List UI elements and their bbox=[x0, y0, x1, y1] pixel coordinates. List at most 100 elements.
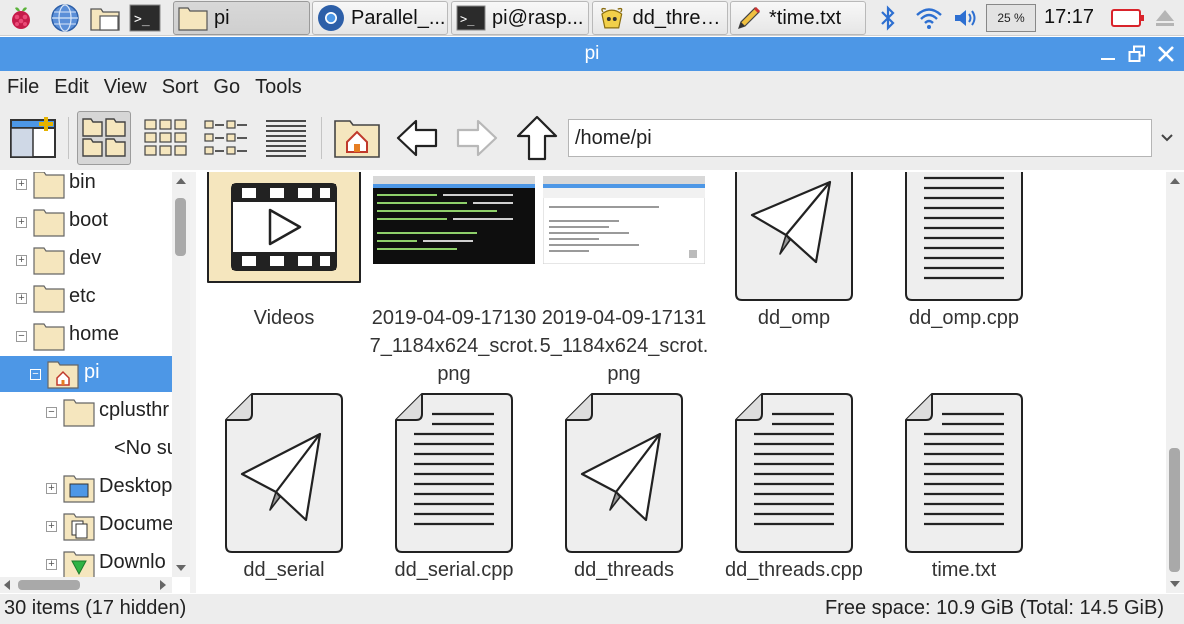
free-space: Free space: 10.9 GiB (Total: 14.5 GiB) bbox=[824, 597, 1164, 619]
folder-icon bbox=[178, 7, 208, 31]
tree-item-no-subfolders: <No su bbox=[0, 432, 172, 468]
tree-expander[interactable]: − bbox=[46, 407, 57, 418]
task-label: pi@rasp... bbox=[492, 6, 584, 29]
scroll-thumb[interactable] bbox=[18, 580, 80, 590]
tree-expander[interactable]: + bbox=[16, 255, 27, 266]
task-label: pi bbox=[214, 6, 230, 29]
minimize-icon[interactable] bbox=[1096, 42, 1120, 66]
scroll-up-icon[interactable] bbox=[1170, 178, 1180, 184]
scroll-up-icon[interactable] bbox=[176, 178, 186, 184]
close-icon[interactable] bbox=[1154, 42, 1178, 66]
scroll-left-icon[interactable] bbox=[4, 580, 10, 590]
chromium-icon bbox=[318, 5, 344, 31]
tree-expander[interactable]: + bbox=[16, 179, 27, 190]
menu-edit[interactable]: Edit bbox=[54, 71, 88, 105]
task-label: *time.txt bbox=[769, 6, 842, 29]
file-name: Videos bbox=[253, 307, 315, 329]
tree-item-cplusthr[interactable]: − cplusthr bbox=[0, 394, 172, 430]
list-view-button[interactable] bbox=[259, 111, 313, 165]
tree-item-desktop[interactable]: + Desktop bbox=[0, 470, 172, 506]
window-titlebar[interactable]: pi bbox=[0, 37, 1184, 71]
tree-expander[interactable]: + bbox=[16, 217, 27, 228]
icon-view-icon bbox=[82, 118, 126, 157]
taskbar: >_ pi Parallel_... >_ pi@rasp... dd_thre… bbox=[0, 0, 1184, 36]
tree-expander[interactable]: + bbox=[46, 559, 57, 570]
scroll-thumb[interactable] bbox=[1169, 448, 1180, 572]
text-file-icon bbox=[905, 393, 1023, 553]
battery-icon[interactable] bbox=[1110, 2, 1146, 34]
documents-folder-icon bbox=[63, 513, 95, 541]
scroll-thumb[interactable] bbox=[175, 198, 186, 256]
path-history-dropdown[interactable] bbox=[1156, 125, 1178, 151]
tree-item-dev[interactable]: + dev bbox=[0, 242, 172, 278]
home-button[interactable] bbox=[330, 111, 384, 165]
tree-item-home[interactable]: − home bbox=[0, 318, 172, 354]
tree-expander[interactable]: + bbox=[46, 521, 57, 532]
terminal-launcher-icon[interactable]: >_ bbox=[128, 2, 162, 34]
tree-item-boot[interactable]: + boot bbox=[0, 204, 172, 240]
eject-icon[interactable] bbox=[1152, 2, 1178, 34]
tree-item-pi[interactable]: − pi bbox=[0, 356, 172, 392]
toolbar-separator bbox=[68, 117, 69, 159]
web-browser-launcher-icon[interactable] bbox=[48, 2, 82, 34]
directory-tree: + bin + boot + dev + etc − home − pi − c… bbox=[0, 172, 172, 577]
tree-item-etc[interactable]: + etc bbox=[0, 280, 172, 316]
tree-item-label: boot bbox=[69, 209, 108, 231]
folder-icon bbox=[33, 323, 65, 351]
task-file-manager[interactable]: pi bbox=[173, 1, 310, 35]
scroll-down-icon[interactable] bbox=[1170, 581, 1180, 587]
file-name: 2019-04-09-171307_1184x624_scrot.png bbox=[369, 307, 539, 385]
tree-item-downloads[interactable]: + Downlo bbox=[0, 546, 172, 577]
tree-item-bin[interactable]: + bin bbox=[0, 172, 172, 202]
terminal-icon: >_ bbox=[456, 5, 486, 31]
menu-view[interactable]: View bbox=[104, 71, 147, 105]
tree-expander[interactable]: − bbox=[30, 369, 41, 380]
text-file-icon bbox=[395, 393, 513, 553]
folder-icon bbox=[33, 209, 65, 237]
tree-item-label: etc bbox=[69, 285, 96, 307]
tree-item-documents[interactable]: + Docume bbox=[0, 508, 172, 544]
menu-sort[interactable]: Sort bbox=[162, 71, 199, 105]
maximize-icon[interactable] bbox=[1125, 42, 1149, 66]
tree-expander[interactable]: − bbox=[16, 331, 27, 342]
task-text-editor[interactable]: *time.txt bbox=[730, 1, 866, 35]
task-geany[interactable]: dd_threa... bbox=[592, 1, 728, 35]
tree-expander[interactable]: + bbox=[46, 483, 57, 494]
file-manager-launcher-icon[interactable] bbox=[88, 2, 122, 34]
compact-view-button[interactable] bbox=[199, 111, 253, 165]
volume-icon[interactable] bbox=[950, 2, 982, 34]
new-window-button[interactable] bbox=[6, 111, 60, 165]
back-arrow-icon bbox=[396, 119, 438, 157]
chevron-down-icon bbox=[1161, 134, 1173, 142]
icon-view-button[interactable] bbox=[77, 111, 131, 165]
tree-expander[interactable]: + bbox=[16, 293, 27, 304]
wifi-icon[interactable] bbox=[913, 2, 945, 34]
task-browser[interactable]: Parallel_... bbox=[312, 1, 448, 35]
tree-vertical-scrollbar[interactable] bbox=[172, 172, 190, 577]
home-folder-icon bbox=[334, 120, 380, 158]
path-input[interactable]: /home/pi bbox=[568, 119, 1152, 157]
menu-file[interactable]: File bbox=[7, 71, 39, 105]
thumbnail-view-button[interactable] bbox=[139, 111, 193, 165]
forward-button[interactable] bbox=[450, 111, 504, 165]
file-name: 2019-04-09-171315_1184x624_scrot.png bbox=[539, 307, 709, 385]
cpu-usage-monitor[interactable]: 25 % bbox=[986, 4, 1036, 32]
task-label: Parallel_... bbox=[351, 6, 446, 29]
up-button[interactable] bbox=[510, 111, 564, 165]
task-terminal[interactable]: >_ pi@rasp... bbox=[451, 1, 589, 35]
tree-item-label: home bbox=[69, 323, 120, 345]
executable-icon bbox=[735, 172, 853, 301]
file-view-vertical-scrollbar[interactable] bbox=[1166, 172, 1184, 593]
clock[interactable]: 17:17 bbox=[1044, 6, 1094, 29]
menu-tools[interactable]: Tools bbox=[255, 71, 302, 105]
menu-go[interactable]: Go bbox=[213, 71, 240, 105]
bluetooth-icon[interactable] bbox=[876, 2, 900, 34]
scroll-down-icon[interactable] bbox=[176, 565, 186, 571]
scroll-right-icon[interactable] bbox=[160, 580, 166, 590]
file-name: dd_omp bbox=[757, 307, 831, 329]
file-name: time.txt bbox=[931, 559, 997, 581]
window-title: pi bbox=[584, 43, 600, 64]
back-button[interactable] bbox=[390, 111, 444, 165]
raspberry-menu-icon[interactable] bbox=[4, 2, 38, 34]
tree-horizontal-scrollbar[interactable] bbox=[0, 577, 172, 593]
